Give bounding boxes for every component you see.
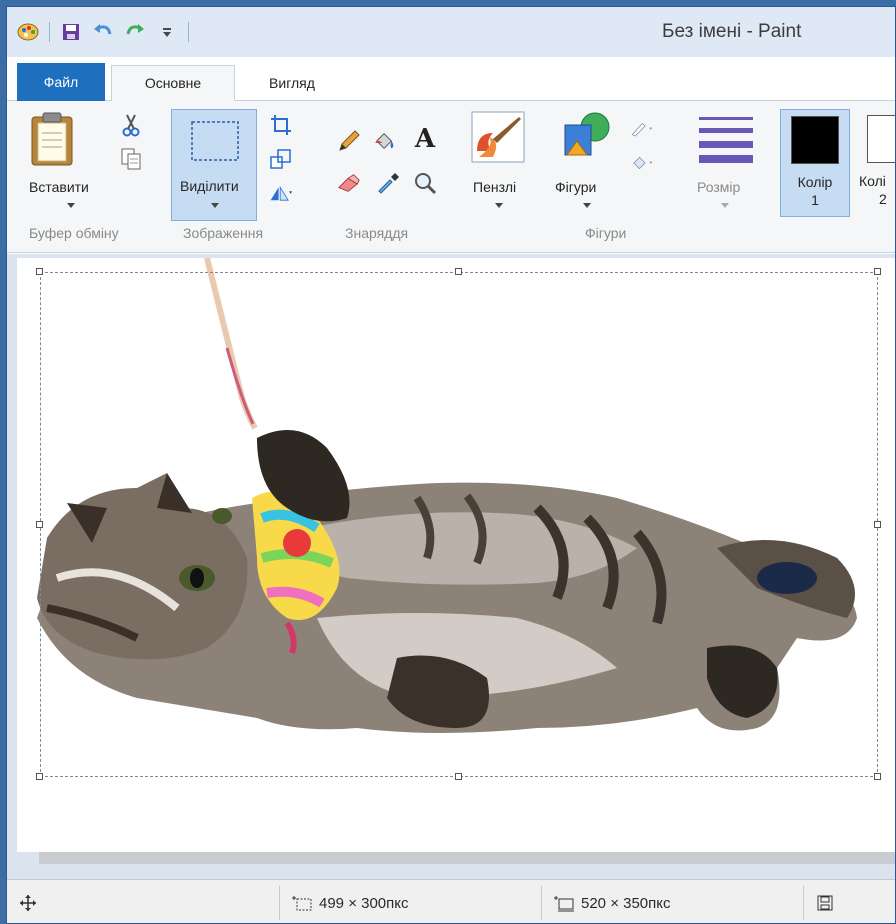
canvas-size: 520 × 350пкс	[553, 880, 671, 923]
copy-icon[interactable]	[119, 147, 143, 171]
selection-rectangle[interactable]	[40, 272, 878, 777]
text-tool-icon[interactable]: A	[413, 124, 437, 154]
disk-icon	[817, 895, 833, 911]
brush-icon	[471, 111, 525, 163]
move-cursor-icon	[20, 895, 36, 911]
color2-number: 2	[879, 191, 887, 207]
brushes-button[interactable]	[471, 111, 525, 168]
shapes-label: Фігури	[555, 179, 597, 195]
color1-swatch	[791, 116, 839, 164]
size-dropdown-arrow[interactable]	[721, 203, 729, 208]
resize-handle[interactable]	[874, 268, 881, 275]
ribbon: Вставити Виділити A Пензлі Фігури Розмір…	[7, 101, 895, 253]
save-icon[interactable]	[60, 21, 82, 43]
eraser-icon[interactable]	[337, 171, 361, 195]
quick-access-toolbar	[7, 21, 189, 43]
resize-icon[interactable]	[269, 147, 293, 171]
paint-app-icon[interactable]	[17, 21, 39, 43]
horizontal-scrollbar[interactable]	[39, 852, 895, 864]
status-separator	[541, 886, 542, 920]
size-label: Розмір	[697, 179, 741, 195]
window-title: Без імені - Paint	[662, 21, 802, 42]
drawing-canvas[interactable]	[17, 258, 895, 852]
clipboard-icon	[31, 112, 73, 166]
magnifier-icon[interactable]	[413, 171, 437, 195]
select-rectangle-icon	[191, 121, 239, 161]
toolbar-separator	[188, 22, 189, 42]
resize-handle[interactable]	[874, 521, 881, 528]
select-dropdown-arrow[interactable]	[211, 203, 219, 208]
redo-icon[interactable]	[124, 21, 146, 43]
ribbon-tabs: Файл Основне Вигляд	[7, 57, 895, 101]
status-separator	[279, 886, 280, 920]
selection-size-icon	[292, 896, 312, 911]
rotate-icon[interactable]	[269, 181, 293, 205]
select-button[interactable]: Виділити	[171, 109, 257, 221]
color1-button[interactable]: Колір 1	[780, 109, 850, 217]
status-separator	[803, 886, 804, 920]
group-shapes-label: Фігури	[585, 225, 627, 241]
paint-window: Без імені - Paint Файл Основне Вигляд Вс…	[6, 6, 896, 924]
group-image-label: Зображення	[183, 225, 264, 241]
toolbar-separator	[49, 22, 50, 42]
tab-home[interactable]: Основне	[111, 65, 235, 101]
cut-icon[interactable]	[119, 113, 143, 137]
color2-swatch	[867, 115, 895, 163]
cursor-position	[19, 880, 37, 923]
canvas-area	[7, 254, 895, 879]
status-bar: 499 × 300пкс 520 × 350пкс	[7, 879, 895, 923]
color-picker-icon[interactable]	[377, 171, 401, 195]
customize-icon[interactable]	[156, 21, 178, 43]
pencil-icon[interactable]	[337, 129, 361, 153]
title-bar: Без імені - Paint	[7, 7, 895, 57]
resize-handle[interactable]	[36, 268, 43, 275]
tab-file[interactable]: Файл	[17, 63, 105, 101]
resize-handle[interactable]	[455, 773, 462, 780]
shapes-icon	[564, 112, 610, 156]
file-size	[817, 880, 833, 923]
color1-number: 1	[811, 192, 819, 208]
resize-handle[interactable]	[455, 268, 462, 275]
canvas-size-icon	[554, 896, 574, 912]
canvas-size-text: 520 × 350пкс	[581, 894, 671, 912]
crop-icon[interactable]	[269, 113, 293, 137]
brushes-dropdown-arrow[interactable]	[495, 203, 503, 208]
select-label: Виділити	[180, 178, 239, 194]
line-size-icon	[699, 117, 753, 163]
fill-bucket-icon[interactable]	[373, 129, 397, 153]
shapes-button[interactable]	[561, 111, 613, 168]
group-clipboard-label: Буфер обміну	[29, 225, 119, 241]
color2-button[interactable]: Колі 2	[859, 109, 895, 217]
resize-handle[interactable]	[36, 521, 43, 528]
paste-button[interactable]	[29, 111, 75, 172]
resize-handle[interactable]	[36, 773, 43, 780]
color2-label: Колі	[859, 173, 886, 189]
fill-icon[interactable]	[631, 151, 655, 175]
group-tools-label: Знаряддя	[345, 225, 409, 241]
size-button[interactable]	[697, 115, 755, 168]
selection-size-text: 499 × 300пкс	[319, 894, 409, 912]
color1-label: Колір	[797, 174, 833, 190]
resize-handle[interactable]	[874, 773, 881, 780]
paste-label: Вставити	[29, 179, 89, 195]
brushes-label: Пензлі	[473, 179, 517, 195]
tab-view[interactable]: Вигляд	[247, 65, 337, 101]
outline-icon[interactable]	[631, 117, 655, 141]
undo-icon[interactable]	[92, 21, 114, 43]
shapes-dropdown-arrow[interactable]	[583, 203, 591, 208]
selection-size: 499 × 300пкс	[291, 880, 409, 923]
paste-dropdown-arrow[interactable]	[67, 203, 75, 208]
